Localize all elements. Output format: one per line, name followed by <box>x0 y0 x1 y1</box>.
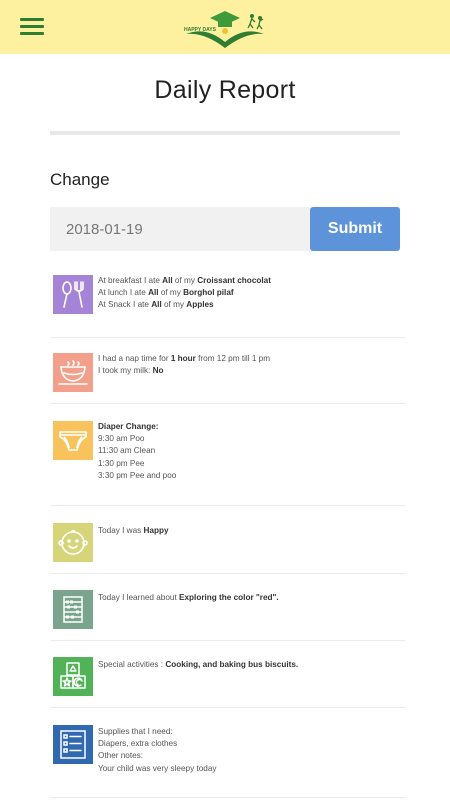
activities-entry: Special activities : Cooking, and baking… <box>50 657 406 708</box>
date-input[interactable] <box>50 207 310 251</box>
diaper-line: 9:30 am Poo <box>98 434 145 444</box>
milk-line: I took my milk: No <box>98 366 164 376</box>
meal-line: At breakfast I ate All of my Croissant c… <box>98 276 271 285</box>
checklist-icon <box>53 725 93 764</box>
diaper-line: 1:30 pm Pee <box>98 458 145 468</box>
submit-button[interactable]: Submit <box>310 207 400 251</box>
diaper-heading: Diaper Change: <box>98 422 159 431</box>
meal-line: At Snack I ate All of my Apples <box>98 300 214 310</box>
notes-line: Your child was very sleepy today <box>98 763 217 773</box>
title-divider <box>50 131 400 135</box>
mood-entry: Today I was Happy <box>50 523 406 574</box>
diaper-text: Diaper Change: 9:30 am Poo 11:30 am Clea… <box>98 421 398 482</box>
nap-line: I had a nap time for 1 hour from 12 pm t… <box>98 354 271 363</box>
nap-entry: I had a nap time for 1 hour from 12 pm t… <box>50 353 406 404</box>
diaper-entry: Diaper Change: 9:30 am Poo 11:30 am Clea… <box>50 421 406 506</box>
activities-text: Special activities : Cooking, and baking… <box>98 660 299 669</box>
notes-line: Other notes: <box>98 751 144 761</box>
diaper-line: 3:30 pm Pee and poo <box>98 470 177 480</box>
utensils-icon <box>53 275 93 314</box>
supplies-entry: Supplies that I need: Diapers, extra clo… <box>50 725 406 798</box>
top-bar: HAPPY DAYS <box>0 0 450 54</box>
toy-blocks-icon <box>53 657 93 696</box>
supplies-line: Diapers, extra clothes <box>98 739 178 749</box>
diaper-icon <box>53 421 93 460</box>
mood-text: Today I was Happy <box>98 526 169 535</box>
nap-text: I had a nap time for 1 hour from 12 pm t… <box>98 353 398 377</box>
learning-text: Today I learned about Exploring the colo… <box>98 593 279 602</box>
page-title: Daily Report <box>154 76 296 104</box>
learning-entry: Today I learned about Exploring the colo… <box>50 590 406 641</box>
baby-face-icon <box>53 523 93 562</box>
diaper-line: 11:30 am Clean <box>98 446 156 456</box>
hamburger-menu-icon[interactable] <box>20 18 44 36</box>
svg-text:HAPPY DAYS: HAPPY DAYS <box>184 27 217 33</box>
teacup-icon <box>53 353 93 392</box>
meal-line: At lunch I ate All of my Borghol pilaf <box>98 288 234 298</box>
supplies-line: Supplies that I need: <box>98 727 173 736</box>
app-logo: HAPPY DAYS <box>180 4 270 48</box>
abacus-icon <box>53 590 93 629</box>
supplies-text: Supplies that I need: Diapers, extra clo… <box>98 726 398 775</box>
change-label: Change <box>50 170 110 189</box>
meals-text: At breakfast I ate All of my Croissant c… <box>98 275 398 312</box>
meals-entry: At breakfast I ate All of my Croissant c… <box>50 275 406 338</box>
